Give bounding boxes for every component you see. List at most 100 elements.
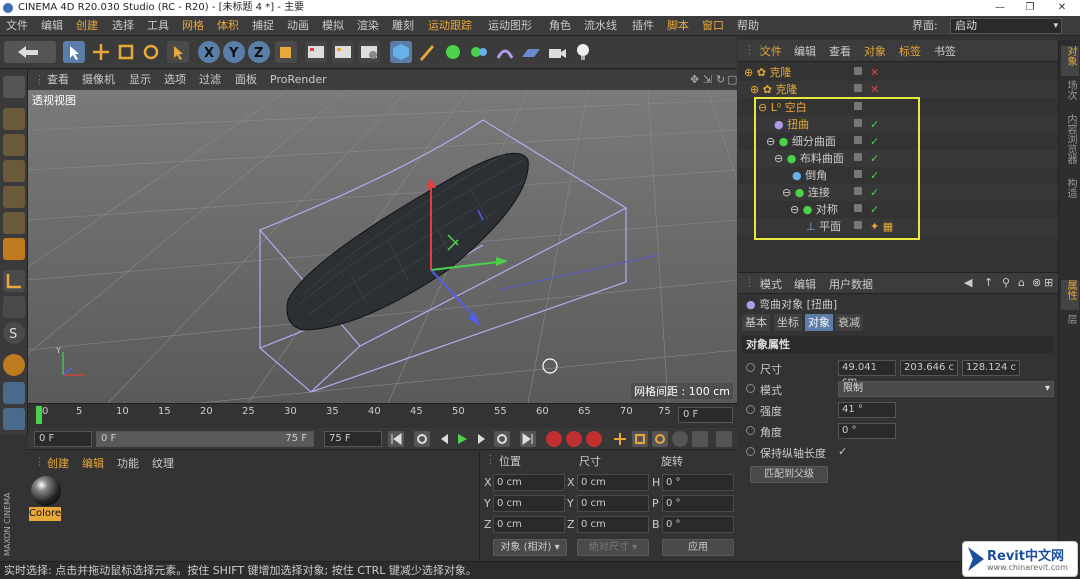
floor-icon[interactable] [520,41,542,63]
objmgr-menu-bookmarks[interactable]: 书签 [934,43,956,59]
viewport-menu-panel[interactable]: 面板 [235,72,257,88]
x-axis-icon[interactable]: X [198,41,220,63]
bookmark-icon[interactable]: ⌂ [1018,276,1025,289]
key-scale-icon[interactable] [632,431,648,447]
locked-workplane-icon[interactable] [3,354,25,376]
tab-coord[interactable]: 坐标 [774,314,802,331]
menu-motion-tracking[interactable]: 运动跟踪 [428,18,472,34]
tweak-mode-icon[interactable] [3,296,25,318]
menu-select[interactable]: 选择 [112,18,134,34]
model-mode-icon[interactable] [3,108,25,130]
pen-icon[interactable] [416,41,438,63]
menu-help[interactable]: 帮助 [737,18,759,34]
rotate-icon[interactable] [140,41,162,63]
size-y-field[interactable]: 0 cm [577,495,649,512]
subdivision-surface-icon[interactable] [442,41,464,63]
size-z-value[interactable]: 128.124 c [962,360,1020,376]
visibility-icon[interactable] [854,67,862,75]
workplane-mode-icon[interactable] [3,160,25,182]
viewport-maximize-icon[interactable]: ▢ [727,72,737,88]
live-select-icon[interactable] [63,41,85,63]
menu-pipeline[interactable]: 流水线 [584,18,617,34]
key-parameter-icon[interactable] [672,431,688,447]
strength-value[interactable]: 41 ° [838,402,896,418]
array-icon[interactable] [468,41,490,63]
menu-plugins[interactable]: 插件 [632,18,654,34]
record-keys-icon[interactable] [546,431,562,447]
animate-dot-icon[interactable] [746,384,755,393]
objmgr-menu-objects[interactable]: 对象 [864,43,886,59]
points-mode-icon[interactable] [3,186,25,208]
previous-key-icon[interactable] [414,431,430,447]
autokey-icon[interactable] [566,431,582,447]
menu-snap[interactable]: 捕捉 [252,18,274,34]
previous-frame-icon[interactable] [436,431,452,447]
close-button[interactable]: ✕ [1047,0,1077,16]
position-x-field[interactable]: 0 cm [493,474,565,491]
angle-value[interactable]: 0 ° [838,423,896,439]
tab-falloff[interactable]: 衰减 [835,314,863,331]
tab-attributes[interactable]: 属性 [1061,280,1079,310]
menu-create[interactable]: 创建 [76,18,98,34]
search-icon[interactable]: ⚲ [1002,276,1010,289]
menu-file[interactable]: 文件 [6,18,28,34]
key-position-icon[interactable] [612,431,628,447]
make-editable-icon[interactable] [3,76,25,98]
menu-simulate[interactable]: 模拟 [322,18,344,34]
keyframe-selection-icon[interactable] [586,431,602,447]
viewport-menu-display[interactable]: 显示 [129,72,151,88]
material-menu-function[interactable]: 功能 [117,455,139,471]
disabled-icon[interactable]: ✕ [870,65,879,80]
viewport-menu-filter[interactable]: 过滤 [199,72,221,88]
minimize-button[interactable]: — [985,0,1015,16]
menu-animate[interactable]: 动画 [287,18,309,34]
objmgr-menu-edit[interactable]: 编辑 [794,43,816,59]
material-menu-edit[interactable]: 编辑 [82,455,104,471]
size-y-value[interactable]: 203.646 c [900,360,958,376]
viewport-menu-view[interactable]: 查看 [47,72,69,88]
texture-mode-icon[interactable] [3,134,25,156]
current-frame-field[interactable]: 0 F [678,407,733,423]
rotation-p-field[interactable]: 0 ° [662,495,734,512]
z-axis-icon[interactable]: Z [248,41,270,63]
coord-mode-select[interactable]: 对象 (相对) ▾ [493,539,567,556]
perspective-viewport[interactable]: Y 透视视图 网格间距 : 100 cm [28,90,737,403]
objmgr-menu-tags[interactable]: 标签 [899,43,921,59]
new-panel-icon[interactable]: ⊞ [1044,276,1053,289]
menu-character[interactable]: 角色 [549,18,571,34]
menu-sculpt[interactable]: 雕刻 [392,18,414,34]
menu-mograph[interactable]: 运动图形 [488,18,532,34]
go-to-end-icon[interactable] [520,431,536,447]
viewport-menu-options[interactable]: 选项 [164,72,186,88]
y-axis-icon[interactable]: Y [223,41,245,63]
animate-dot-icon[interactable] [746,426,755,435]
go-to-start-icon[interactable] [388,431,404,447]
keep-length-checkbox[interactable]: ✓ [838,445,847,458]
menu-tools[interactable]: 工具 [147,18,169,34]
attr-menu-edit[interactable]: 编辑 [794,276,816,292]
bend-deformer-icon[interactable] [494,41,516,63]
coordinate-system-icon[interactable] [275,41,297,63]
render-settings-icon[interactable] [358,41,380,63]
position-y-field[interactable]: 0 cm [493,495,565,512]
planar-workplane-icon[interactable] [3,382,25,404]
size-x-field[interactable]: 0 cm [577,474,649,491]
menu-render[interactable]: 渲染 [357,18,379,34]
play-icon[interactable] [454,431,470,447]
material-name-label[interactable]: Colore [29,507,61,521]
animate-dot-icon[interactable] [746,447,755,456]
objmgr-menu-view[interactable]: 查看 [829,43,851,59]
viewport-menu-prorender[interactable]: ProRender [270,72,327,88]
viewport-zoom-icon[interactable]: ⇲ [703,72,712,88]
object-row[interactable]: ⊕ ✿ 克隆 ✕ [738,64,1058,81]
timeline[interactable]: 0 5 10 15 20 25 30 35 40 45 50 55 60 65 … [28,403,737,427]
undo-icon[interactable] [4,41,56,63]
disabled-icon[interactable]: ✕ [870,82,879,97]
material-menu-create[interactable]: 创建 [47,455,69,471]
layout-select[interactable]: 启动 ▾ [950,18,1062,34]
frame-range-slider[interactable]: 0 F 75 F [96,431,314,447]
menu-mesh[interactable]: 网格 [182,18,204,34]
menu-script[interactable]: 脚本 [667,18,689,34]
edges-mode-icon[interactable] [3,212,25,234]
viewport-move-icon[interactable]: ✥ [690,72,699,88]
